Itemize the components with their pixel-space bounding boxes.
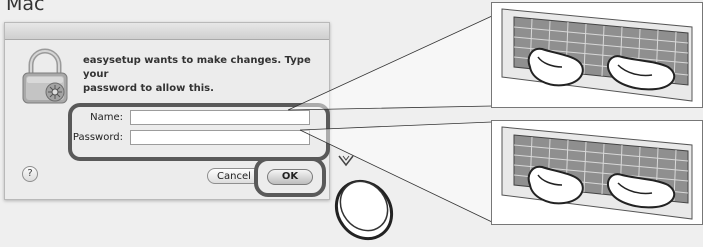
button-press-illustration xyxy=(324,158,408,242)
keyboard-typing-illustration xyxy=(491,120,703,225)
keyboard-typing-illustration xyxy=(491,2,703,108)
